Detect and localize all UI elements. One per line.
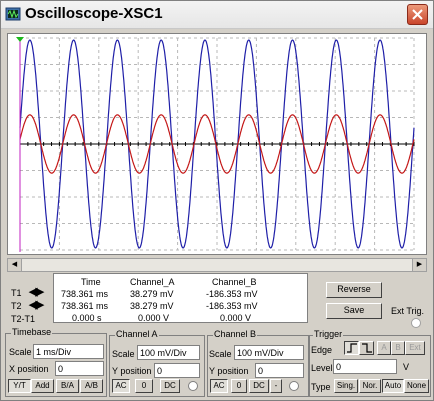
measurement-readout: Time Channel_A Channel_B 738.361 ms 38.2… — [53, 273, 308, 323]
cursor-marker-icon — [16, 37, 24, 42]
scroll-right-icon[interactable]: ▶ — [412, 259, 426, 271]
trigger-source-b-button[interactable]: B — [391, 341, 405, 355]
cursor-t2-arrows-icon[interactable]: ◀▶ — [29, 298, 44, 311]
title-bar[interactable]: Oscilloscope-XSC1 — [1, 1, 433, 29]
readout-header-time: Time — [81, 277, 101, 287]
channel-b-ypos-label: Y position — [209, 366, 249, 376]
trigger-level-unit: V — [403, 362, 410, 372]
channel-a-ypos-field[interactable]: 0 — [154, 363, 200, 378]
save-button[interactable]: Save — [326, 303, 382, 319]
trigger-single-button[interactable]: Sing. — [334, 379, 358, 393]
timebase-scale-field[interactable]: 1 ms/Div — [33, 344, 104, 359]
trigger-edge-label: Edge — [311, 345, 333, 355]
channel-a-dc-button[interactable]: DC — [160, 379, 180, 393]
ext-trig-terminal[interactable] — [411, 318, 421, 328]
oscilloscope-window: Oscilloscope-XSC1 ◀ ▶ T1 ◀▶ T2 ◀▶ T2-T1 … — [0, 0, 434, 401]
channel-a-zero-button[interactable]: 0 — [135, 379, 153, 393]
falling-edge-icon — [362, 343, 372, 353]
close-button[interactable] — [407, 4, 428, 25]
ext-trig-label: Ext Trig. — [391, 306, 425, 316]
mode-ab-button[interactable]: A/B — [80, 379, 103, 393]
mode-yt-button[interactable]: Y/T — [8, 379, 31, 393]
readout-t2-b: -186.353 mV — [206, 301, 258, 311]
timebase-label: Timebase — [11, 327, 53, 337]
trigger-label: Trigger — [313, 329, 344, 339]
readout-t1-time: 738.361 ms — [61, 289, 109, 299]
mode-ba-button[interactable]: B/A — [56, 379, 79, 393]
readout-header-channel-b: Channel_B — [212, 277, 257, 287]
timebase-scale-label: Scale — [9, 347, 32, 357]
close-icon — [412, 9, 423, 20]
trigger-none-button[interactable]: None — [404, 379, 429, 393]
channel-b-minus-button[interactable]: - — [270, 379, 282, 393]
channel-a-ac-button[interactable]: AC — [112, 379, 130, 393]
channel-b-label: Channel B — [213, 329, 258, 339]
readout-diff-b: 0.000 V — [220, 313, 252, 323]
scroll-left-icon[interactable]: ◀ — [8, 259, 22, 271]
horizontal-scrollbar[interactable]: ◀ ▶ — [7, 258, 427, 272]
window-title: Oscilloscope-XSC1 — [25, 5, 163, 22]
channel-b-zero-button[interactable]: 0 — [231, 379, 247, 393]
readout-t1-b: -186.353 mV — [206, 289, 258, 299]
x-position-field[interactable]: 0 — [55, 361, 104, 376]
channel-b-ypos-field[interactable]: 0 — [255, 363, 304, 378]
trigger-auto-button[interactable]: Auto — [382, 379, 404, 393]
x-position-label: X position — [9, 364, 49, 374]
trigger-source-a-button[interactable]: A — [377, 341, 391, 355]
oscilloscope-display[interactable] — [7, 33, 427, 255]
cursor-t2-label: T2 — [11, 301, 22, 311]
rising-edge-icon — [347, 343, 357, 353]
trigger-type-label: Type — [311, 382, 331, 392]
channel-a-scale-label: Scale — [112, 349, 135, 359]
trigger-level-label: Level — [311, 363, 333, 373]
channel-b-dc-button[interactable]: DC — [249, 379, 269, 393]
channel-b-terminal[interactable] — [289, 381, 299, 391]
readout-diff-time: 0.000 s — [72, 313, 102, 323]
mode-add-button[interactable]: Add — [31, 379, 54, 393]
cursor-t1-label: T1 — [11, 288, 22, 298]
reverse-button[interactable]: Reverse — [326, 282, 382, 298]
readout-t2-a: 38.279 mV — [130, 301, 174, 311]
channel-b-scale-field[interactable]: 100 mV/Div — [234, 345, 304, 360]
channel-a-ypos-label: Y position — [112, 366, 152, 376]
trigger-level-field[interactable]: 0 — [333, 359, 397, 374]
cursor-diff-label: T2-T1 — [11, 314, 36, 324]
readout-t2-time: 738.361 ms — [61, 301, 109, 311]
channel-a-scale-field[interactable]: 100 mV/Div — [137, 345, 200, 360]
channel-b-scale-label: Scale — [209, 349, 232, 359]
readout-t1-a: 38.279 mV — [130, 289, 174, 299]
oscilloscope-app-icon — [5, 7, 21, 21]
trigger-source-ext-button[interactable]: Ext — [405, 341, 425, 355]
trigger-normal-button[interactable]: Nor. — [359, 379, 381, 393]
readout-header-channel-a: Channel_A — [130, 277, 175, 287]
plot-axes — [19, 142, 415, 146]
waveform-plot — [16, 37, 415, 252]
channel-a-label: Channel A — [115, 329, 159, 339]
edge-falling-button[interactable] — [359, 341, 374, 355]
cursor-t1-arrows-icon[interactable]: ◀▶ — [29, 285, 44, 298]
channel-b-ac-button[interactable]: AC — [210, 379, 228, 393]
edge-rising-button[interactable] — [344, 341, 359, 355]
channel-a-terminal[interactable] — [188, 381, 198, 391]
readout-diff-a: 0.000 V — [138, 313, 170, 323]
